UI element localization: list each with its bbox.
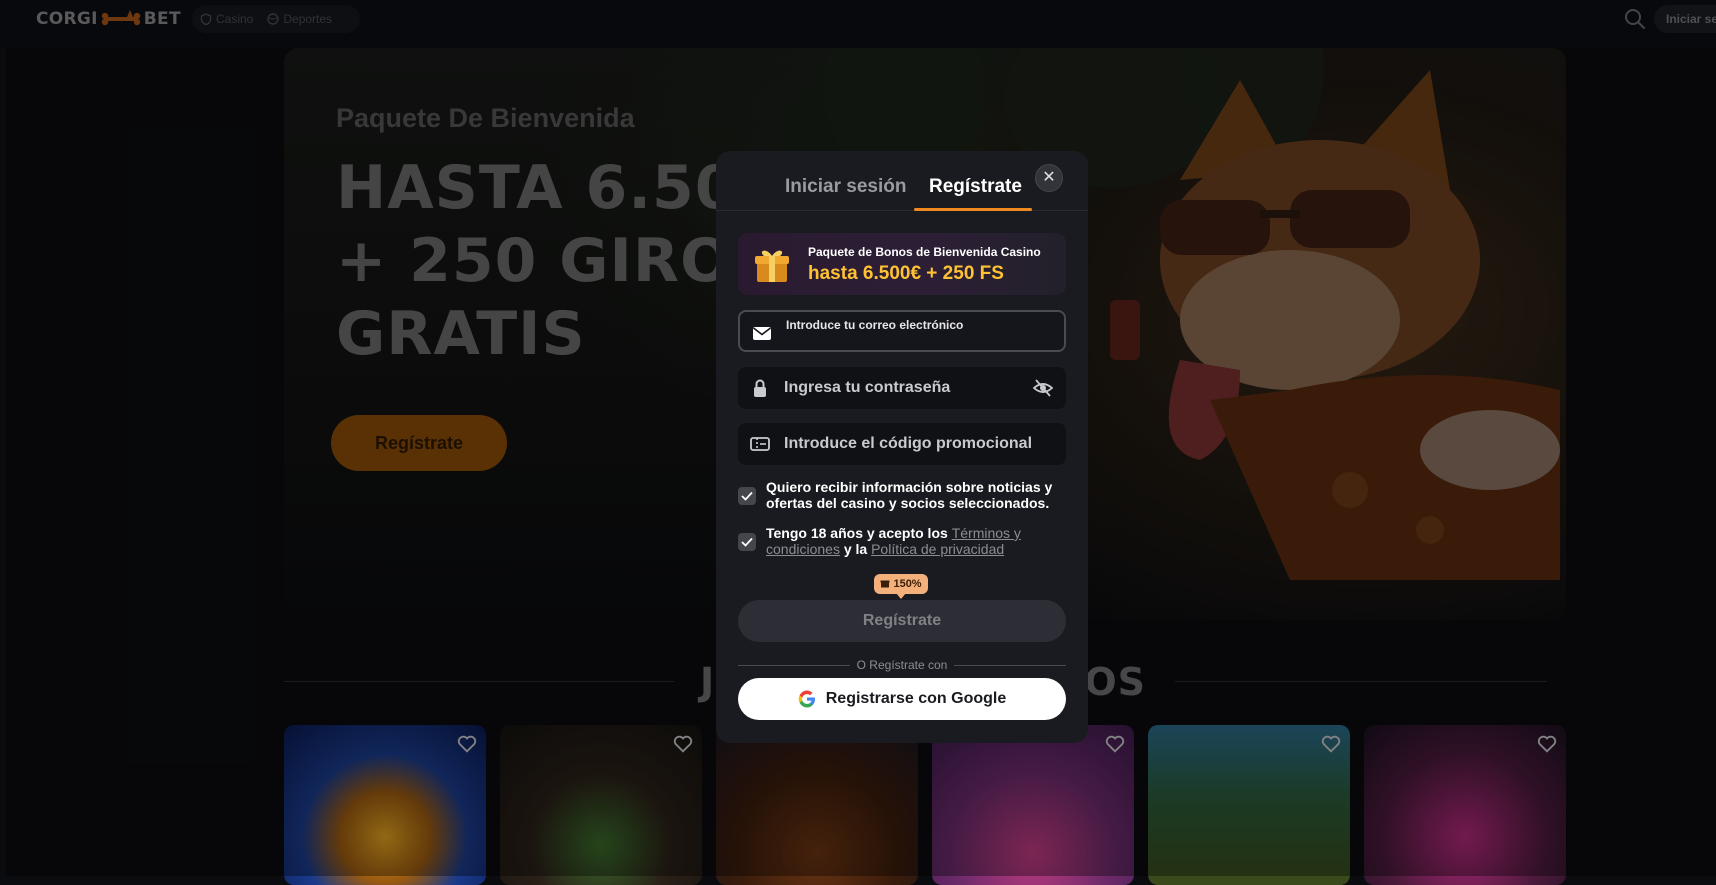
tab-login[interactable]: Iniciar sesión [785,176,906,198]
google-icon [798,690,815,708]
lock-icon [754,379,766,397]
bonus-badge-value: 150% [893,578,922,590]
checkmark-icon [741,537,753,547]
bonus-badge: 150% [874,574,928,599]
terms-middle: y la [839,541,872,557]
google-register-button[interactable]: Registrarse con Google [738,678,1066,720]
mail-icon [753,327,771,340]
password-field[interactable]: Ingresa tu contraseña [738,367,1066,409]
welcome-bonus-banner: Paquete de Bonos de Bienvenida Casino ha… [738,233,1066,295]
tab-register[interactable]: Regístrate [929,176,1022,198]
promo-value: hasta 6.500€ + 250 FS [808,263,1004,284]
privacy-link[interactable]: Política de privacidad [871,541,1004,557]
promo-code-placeholder: Introduce el código promocional [784,435,1033,452]
google-register-label: Registrarse con Google [825,690,1007,707]
gift-box-icon [755,250,789,282]
ticket-icon [750,437,770,451]
email-field-label: Introduce tu correo electrónico [786,318,964,332]
terms-consent-row: Tengo 18 años y acepto los Términos y co… [738,525,1068,557]
news-consent-checkbox[interactable] [738,487,756,505]
promo-code-field[interactable]: Introduce el código promocional [738,423,1066,465]
email-field[interactable]: Introduce tu correo electrónico [738,310,1066,352]
promo-label: Paquete de Bonos de Bienvenida Casino [808,245,1041,259]
register-modal: Iniciar sesión Regístrate ✕ Paquete de B… [716,151,1088,743]
register-submit-button[interactable]: Regístrate [738,600,1066,642]
checkmark-icon [741,491,753,501]
news-consent-row: Quiero recibir información sobre noticia… [738,479,1068,511]
auth-tabs: Iniciar sesión Regístrate [716,151,1088,211]
eye-off-icon[interactable] [1032,378,1054,398]
terms-consent-text: Tengo 18 años y acepto los Términos y co… [766,525,1068,557]
small-gift-icon [880,580,890,588]
terms-prefix: Tengo 18 años y acepto los [766,525,952,541]
divider-text: O Regístrate con [856,658,948,672]
close-button[interactable]: ✕ [1035,164,1063,192]
terms-consent-checkbox[interactable] [738,533,756,551]
or-divider: O Regístrate con [738,658,1066,674]
password-placeholder: Ingresa tu contraseña [784,379,951,396]
active-tab-indicator [914,208,1032,211]
news-consent-text: Quiero recibir información sobre noticia… [766,479,1053,511]
